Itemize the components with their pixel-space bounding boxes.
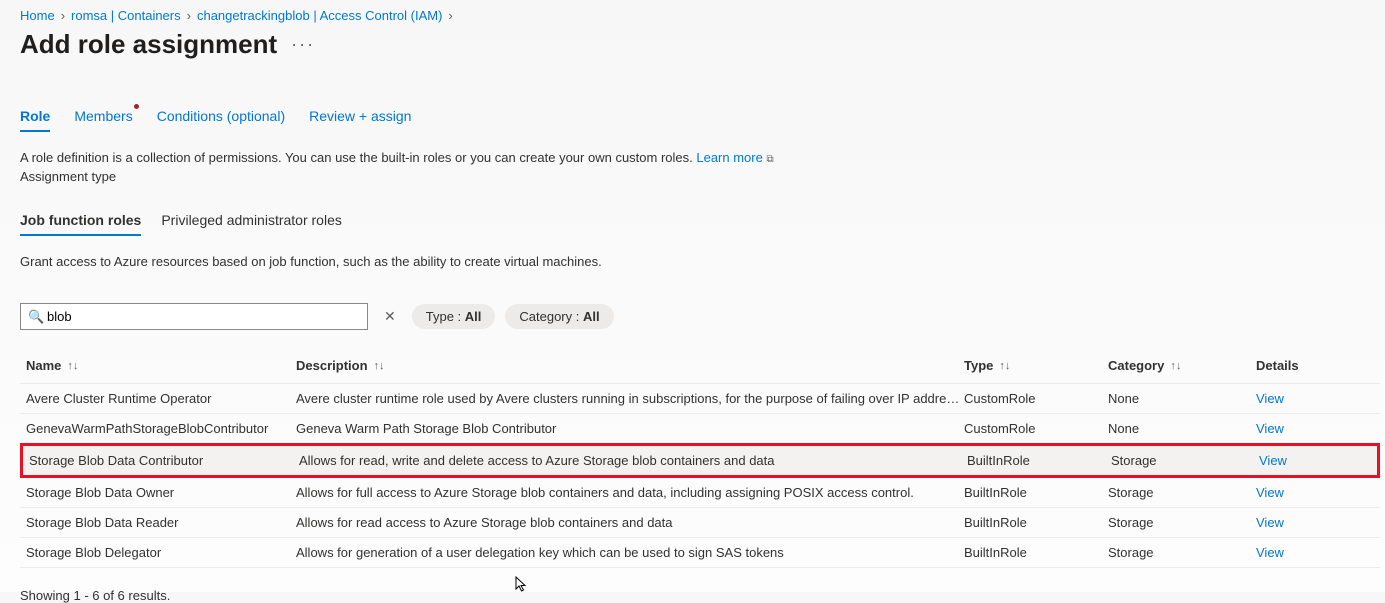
role-name-cell: Storage Blob Data Owner	[26, 485, 296, 500]
search-icon: 🔍	[28, 309, 44, 325]
breadcrumb: Home › romsa | Containers › changetracki…	[20, 8, 1385, 23]
role-description-cell: Allows for generation of a user delegati…	[296, 545, 964, 560]
role-name-cell: Storage Blob Delegator	[26, 545, 296, 560]
chevron-right-icon: ›	[187, 8, 191, 23]
filter-pill-category-label: Category :	[519, 309, 583, 324]
view-details-link[interactable]: View	[1259, 453, 1339, 468]
subtab-job-function[interactable]: Job function roles	[20, 212, 141, 236]
table-body: Avere Cluster Runtime OperatorAvere clus…	[20, 384, 1380, 568]
sort-asc-icon: ↑↓	[67, 360, 78, 372]
column-header-details: Details	[1256, 358, 1336, 373]
more-button[interactable]: ···	[291, 34, 315, 55]
tab-members-label: Members	[74, 108, 132, 124]
table-row[interactable]: Storage Blob Data ReaderAllows for read …	[20, 508, 1380, 538]
column-header-category-label: Category	[1108, 358, 1164, 373]
results-count: Showing 1 - 6 of 6 results.	[20, 588, 1385, 603]
sort-icon: ↑↓	[374, 360, 385, 372]
role-type-cell: BuiltInRole	[964, 515, 1108, 530]
view-details-link[interactable]: View	[1256, 515, 1336, 530]
sort-icon: ↑↓	[999, 360, 1010, 372]
table-row[interactable]: GenevaWarmPathStorageBlobContributorGene…	[20, 414, 1380, 444]
filter-pill-type[interactable]: Type : All	[412, 304, 496, 329]
filter-pill-category-value: All	[583, 309, 600, 324]
filter-row: 🔍 ✕ Type : All Category : All	[20, 303, 1385, 330]
role-category-cell: Storage	[1108, 515, 1256, 530]
role-type-cell: BuiltInRole	[967, 453, 1111, 468]
column-header-description-label: Description	[296, 358, 368, 373]
table-row[interactable]: Avere Cluster Runtime OperatorAvere clus…	[20, 384, 1380, 414]
tab-conditions[interactable]: Conditions (optional)	[157, 108, 285, 132]
tab-members[interactable]: Members	[74, 108, 132, 132]
role-name-cell: GenevaWarmPathStorageBlobContributor	[26, 421, 296, 436]
tab-role[interactable]: Role	[20, 108, 50, 132]
breadcrumb-blob[interactable]: changetrackingblob | Access Control (IAM…	[197, 8, 442, 23]
role-category-cell: Storage	[1108, 545, 1256, 560]
column-header-category[interactable]: Category ↑↓	[1108, 358, 1256, 373]
filter-pill-type-label: Type :	[426, 309, 465, 324]
role-category-cell: Storage	[1108, 485, 1256, 500]
role-description-cell: Allows for full access to Azure Storage …	[296, 485, 964, 500]
search-box: 🔍	[20, 303, 368, 330]
role-type-cell: BuiltInRole	[964, 545, 1108, 560]
view-details-link[interactable]: View	[1256, 391, 1336, 406]
chevron-right-icon: ›	[448, 8, 452, 23]
table-header: Name ↑↓ Description ↑↓ Type ↑↓ Category …	[20, 348, 1380, 384]
role-description-cell: Avere cluster runtime role used by Avere…	[296, 391, 964, 406]
chevron-right-icon: ›	[61, 8, 65, 23]
filter-pill-category[interactable]: Category : All	[505, 304, 613, 329]
table-row[interactable]: Storage Blob DelegatorAllows for generat…	[20, 538, 1380, 568]
role-name-cell: Avere Cluster Runtime Operator	[26, 391, 296, 406]
role-category-cell: None	[1108, 421, 1256, 436]
role-type-cell: BuiltInRole	[964, 485, 1108, 500]
view-details-link[interactable]: View	[1256, 485, 1336, 500]
wizard-tabs: Role Members Conditions (optional) Revie…	[20, 108, 1385, 132]
role-description-cell: Allows for read access to Azure Storage …	[296, 515, 964, 530]
page-title-row: Add role assignment ···	[20, 29, 1385, 60]
breadcrumb-romsa[interactable]: romsa | Containers	[71, 8, 181, 23]
page-title: Add role assignment	[20, 29, 277, 60]
column-header-name[interactable]: Name ↑↓	[26, 358, 296, 373]
subtab-privileged[interactable]: Privileged administrator roles	[161, 212, 342, 236]
view-details-link[interactable]: View	[1256, 421, 1336, 436]
sort-icon: ↑↓	[1170, 360, 1181, 372]
column-header-type[interactable]: Type ↑↓	[964, 358, 1108, 373]
role-category-cell: Storage	[1111, 453, 1259, 468]
role-name-cell: Storage Blob Data Reader	[26, 515, 296, 530]
external-link-icon: ⧉	[766, 154, 773, 165]
assignment-type-label: Assignment type	[20, 169, 1385, 184]
role-category-cell: None	[1108, 391, 1256, 406]
learn-more-link[interactable]: Learn more	[696, 150, 762, 165]
role-type-cell: CustomRole	[964, 391, 1108, 406]
role-subtabs: Job function roles Privileged administra…	[20, 212, 1385, 236]
tab-review[interactable]: Review + assign	[309, 108, 411, 132]
role-description-cell: Geneva Warm Path Storage Blob Contributo…	[296, 421, 964, 436]
subtab-hint: Grant access to Azure resources based on…	[20, 254, 1385, 269]
column-header-details-label: Details	[1256, 358, 1299, 373]
breadcrumb-home[interactable]: Home	[20, 8, 55, 23]
search-input[interactable]	[20, 303, 368, 330]
role-description: A role definition is a collection of per…	[20, 150, 1385, 165]
column-header-description[interactable]: Description ↑↓	[296, 358, 964, 373]
role-description-text: A role definition is a collection of per…	[20, 150, 696, 165]
view-details-link[interactable]: View	[1256, 545, 1336, 560]
column-header-type-label: Type	[964, 358, 993, 373]
clear-search-button[interactable]: ✕	[378, 308, 402, 325]
role-type-cell: CustomRole	[964, 421, 1108, 436]
table-row[interactable]: Storage Blob Data ContributorAllows for …	[20, 443, 1380, 478]
roles-table: Name ↑↓ Description ↑↓ Type ↑↓ Category …	[20, 348, 1380, 568]
role-name-cell: Storage Blob Data Contributor	[29, 453, 299, 468]
role-description-cell: Allows for read, write and delete access…	[299, 453, 967, 468]
filter-pill-type-value: All	[465, 309, 482, 324]
column-header-name-label: Name	[26, 358, 61, 373]
required-dot-icon	[134, 104, 139, 109]
table-row[interactable]: Storage Blob Data OwnerAllows for full a…	[20, 478, 1380, 508]
